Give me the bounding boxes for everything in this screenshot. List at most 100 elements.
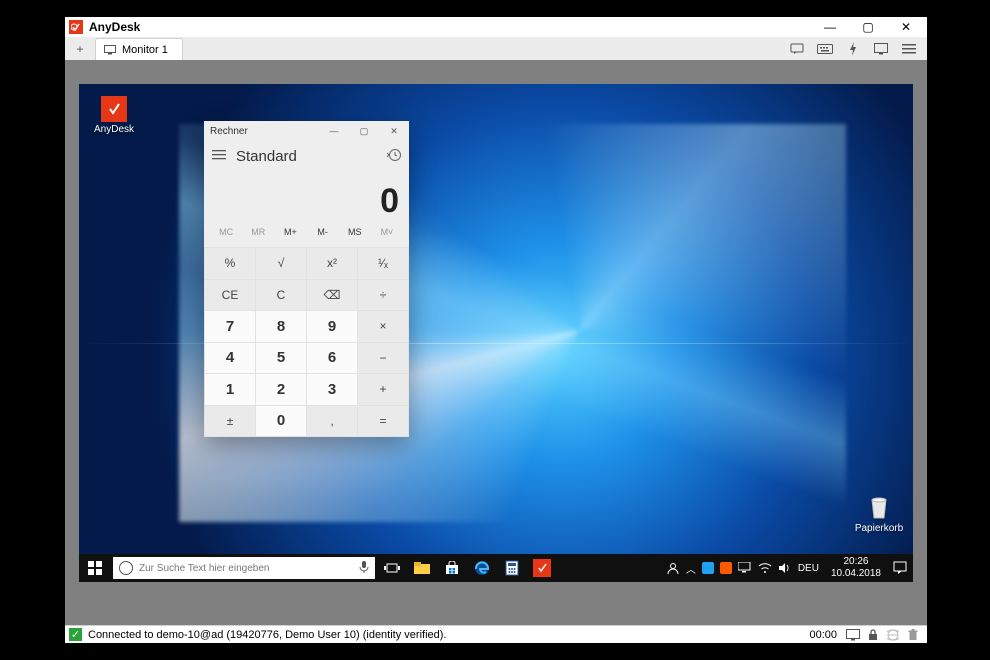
calc-mr[interactable]: MR	[242, 227, 274, 247]
calc-negate[interactable]: ±	[205, 406, 255, 437]
people-icon[interactable]	[666, 561, 680, 575]
calc-9[interactable]: 9	[307, 311, 357, 342]
calc-maximize-button[interactable]: ▢	[349, 121, 379, 141]
calc-square[interactable]: x²	[307, 248, 357, 279]
remote-desktop[interactable]: AnyDesk Papierkorb Rechner — ▢ ✕	[79, 84, 913, 582]
calc-ms[interactable]: MS	[339, 227, 371, 247]
desktop-icon-anydesk[interactable]: AnyDesk	[84, 96, 144, 135]
minimize-button[interactable]: —	[811, 17, 849, 37]
calc-divide[interactable]: ÷	[358, 280, 408, 311]
calc-minimize-button[interactable]: —	[319, 121, 349, 141]
tray-date: 10.04.2018	[831, 568, 881, 580]
calc-mplus[interactable]: M+	[274, 227, 306, 247]
tray-time: 20:26	[831, 556, 881, 568]
display-button[interactable]	[867, 38, 895, 60]
desktop-icon-papierkorb[interactable]: Papierkorb	[849, 495, 909, 534]
tray-bluetooth-icon[interactable]	[702, 562, 714, 574]
action-center-icon[interactable]	[893, 561, 907, 575]
calc-mminus[interactable]: M-	[307, 227, 339, 247]
task-view-button[interactable]	[377, 554, 407, 582]
status-monitor-icon[interactable]	[843, 629, 863, 641]
calc-equals[interactable]: =	[358, 406, 408, 437]
calc-4[interactable]: 4	[205, 343, 255, 374]
status-trash-icon[interactable]	[903, 629, 923, 641]
new-tab-button[interactable]: +	[67, 38, 93, 60]
tray-network-icon[interactable]	[738, 562, 752, 574]
calc-3[interactable]: 3	[307, 374, 357, 405]
calc-plus[interactable]: +	[358, 374, 408, 405]
check-icon: ✓	[69, 628, 82, 641]
calc-minus[interactable]: −	[358, 343, 408, 374]
anydesk-window: AnyDesk — ▢ ✕ + Monitor 1	[65, 17, 927, 643]
session-toolbar	[783, 38, 927, 60]
calc-window-title: Rechner	[210, 126, 248, 137]
remote-taskbar: Zur Suche Text hier eingeben ︿	[79, 554, 913, 582]
cortana-search-box[interactable]: Zur Suche Text hier eingeben	[113, 557, 375, 579]
search-placeholder: Zur Suche Text hier eingeben	[139, 563, 269, 574]
anydesk-statusbar: ✓ Connected to demo-10@ad (19420776, Dem…	[65, 625, 927, 643]
window-titlebar: AnyDesk — ▢ ✕	[65, 17, 927, 37]
calc-1[interactable]: 1	[205, 374, 255, 405]
taskbar-calculator[interactable]	[497, 554, 527, 582]
anydesk-icon	[69, 20, 83, 34]
calc-mode-label: Standard	[236, 148, 297, 165]
calc-close-button[interactable]: ✕	[379, 121, 409, 141]
calc-5[interactable]: 5	[256, 343, 306, 374]
taskbar-explorer[interactable]	[407, 554, 437, 582]
taskbar-edge[interactable]	[467, 554, 497, 582]
calc-percent[interactable]: %	[205, 248, 255, 279]
tray-language[interactable]: DEU	[798, 563, 819, 574]
calc-7[interactable]: 7	[205, 311, 255, 342]
monitor-icon	[104, 45, 116, 55]
calc-memory-row: MC MR M+ M- MS M˅	[204, 227, 409, 247]
calc-6[interactable]: 6	[307, 343, 357, 374]
calc-2[interactable]: 2	[256, 374, 306, 405]
actions-button[interactable]	[839, 38, 867, 60]
calc-header: Standard	[204, 141, 409, 171]
anydesk-icon	[101, 96, 127, 122]
tray-volume-icon[interactable]	[778, 562, 792, 574]
status-net-icon[interactable]	[883, 629, 903, 641]
taskbar-anydesk[interactable]	[527, 554, 557, 582]
calc-sqrt[interactable]: √	[256, 248, 306, 279]
cortana-circle-icon	[119, 561, 133, 575]
taskbar-store[interactable]	[437, 554, 467, 582]
tab-monitor-1[interactable]: Monitor 1	[95, 38, 183, 60]
close-button[interactable]: ✕	[887, 17, 925, 37]
tray-clock[interactable]: 20:26 10.04.2018	[825, 556, 887, 580]
system-tray: ︿ DEU 20:26 10.04.2018	[660, 556, 913, 580]
calc-titlebar: Rechner — ▢ ✕	[204, 121, 409, 141]
desktop-icon-label: AnyDesk	[94, 124, 134, 135]
session-timer: 00:00	[809, 629, 837, 641]
tray-app-icon[interactable]	[720, 562, 732, 574]
keyboard-button[interactable]	[811, 38, 839, 60]
calc-keypad: % √ x² ¹∕ₓ CE C ⌫ ÷ 7 8 9 × 4 5 6 −	[204, 247, 409, 437]
status-lock-icon[interactable]	[863, 629, 883, 641]
hamburger-icon[interactable]	[212, 149, 226, 164]
tray-chevron-up-icon[interactable]: ︿	[686, 561, 696, 576]
chat-button[interactable]	[783, 38, 811, 60]
calc-multiply[interactable]: ×	[358, 311, 408, 342]
tray-wifi-icon[interactable]	[758, 562, 772, 574]
maximize-button[interactable]: ▢	[849, 17, 887, 37]
history-icon[interactable]	[387, 148, 401, 165]
tabstrip: + Monitor 1	[65, 37, 927, 60]
calculator-window[interactable]: Rechner — ▢ ✕ Standard 0 MC MR M+	[204, 121, 409, 437]
remote-viewport-frame: AnyDesk Papierkorb Rechner — ▢ ✕	[65, 60, 927, 625]
calc-ce[interactable]: CE	[205, 280, 255, 311]
hamburger-menu-button[interactable]	[895, 38, 923, 60]
calc-mlist[interactable]: M˅	[371, 227, 403, 247]
calc-mc[interactable]: MC	[210, 227, 242, 247]
start-button[interactable]	[79, 554, 111, 582]
status-text: Connected to demo-10@ad (19420776, Demo …	[88, 629, 446, 641]
microphone-icon[interactable]	[359, 560, 369, 577]
calc-display: 0	[204, 171, 409, 227]
calc-reciprocal[interactable]: ¹∕ₓ	[358, 248, 408, 279]
calc-c[interactable]: C	[256, 280, 306, 311]
recycle-bin-icon	[866, 495, 892, 521]
desktop-icon-label: Papierkorb	[855, 523, 903, 534]
calc-0[interactable]: 0	[256, 406, 306, 437]
calc-backspace[interactable]: ⌫	[307, 280, 357, 311]
calc-8[interactable]: 8	[256, 311, 306, 342]
calc-decimal[interactable]: ,	[307, 406, 357, 437]
